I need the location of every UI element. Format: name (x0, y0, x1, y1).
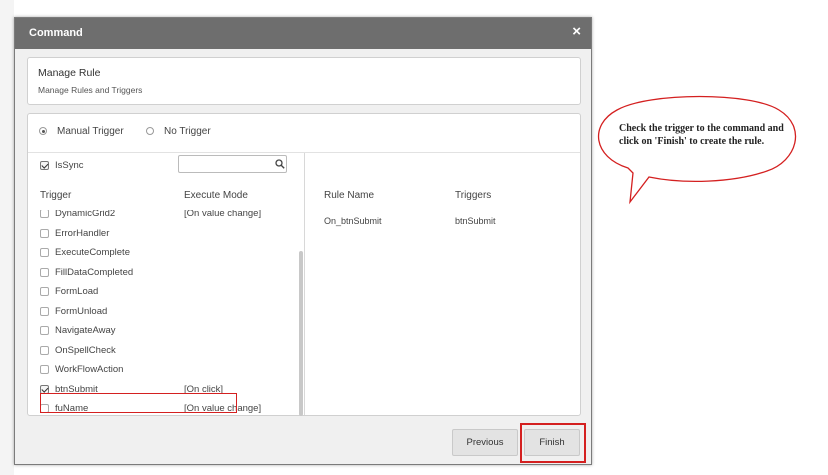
no-trigger-label: No Trigger (164, 126, 211, 137)
trigger-checkbox[interactable] (40, 287, 49, 296)
trigger-row[interactable]: NavigateAway (28, 323, 296, 342)
close-icon[interactable]: × (572, 24, 581, 40)
callout-bubble (597, 95, 797, 205)
trigger-row[interactable]: WorkFlowAction (28, 362, 296, 381)
issync-label: IsSync (55, 160, 84, 171)
trigger-checkbox[interactable] (40, 248, 49, 257)
manage-rule-subtitle: Manage Rules and Triggers (38, 85, 143, 95)
trigger-name: NavigateAway (55, 325, 116, 336)
manual-trigger-label: Manual Trigger (57, 126, 124, 137)
callout-text: Check the trigger to the command and cli… (619, 123, 784, 147)
trigger-checkbox[interactable] (40, 228, 49, 238)
trigger-panel: Manual Trigger No Trigger IsSync Trigger… (27, 113, 581, 416)
btnsubmit-highlight (40, 393, 237, 413)
execute-mode-column-header: Execute Mode (184, 190, 248, 201)
trigger-checkbox[interactable] (40, 365, 49, 374)
search-input[interactable] (178, 155, 287, 173)
trigger-row[interactable]: DynamicGrid2 [On value change] (28, 210, 296, 225)
issync-checkbox[interactable] (40, 161, 49, 170)
rule-triggers-cell: btnSubmit (455, 216, 496, 226)
triggers-column-header: Triggers (455, 190, 492, 201)
dialog-title: Command (29, 27, 83, 39)
trigger-name: FormUnload (55, 305, 108, 317)
trigger-row[interactable]: ErrorHandler (28, 226, 296, 245)
trigger-checkbox[interactable] (40, 267, 49, 277)
trigger-name: FormLoad (55, 286, 99, 297)
manage-rule-panel: Manage Rule Manage Rules and Triggers (27, 57, 581, 105)
trigger-row[interactable]: FillDataCompleted (28, 265, 296, 284)
trigger-name: DynamicGrid2 (55, 210, 116, 219)
trigger-row[interactable]: FormUnload (28, 304, 296, 323)
trigger-name: WorkFlowAction (55, 364, 124, 375)
background-window (0, 0, 14, 475)
trigger-name: ErrorHandler (55, 227, 110, 239)
trigger-checkbox[interactable] (40, 326, 49, 335)
trigger-column-header: Trigger (40, 190, 72, 201)
trigger-row[interactable]: OnSpellCheck (28, 343, 296, 362)
finish-highlight (520, 423, 586, 463)
column-divider (304, 153, 305, 415)
scrollbar-thumb[interactable] (299, 251, 303, 416)
trigger-checkbox[interactable] (40, 210, 49, 218)
previous-button[interactable]: Previous (452, 429, 518, 456)
manual-trigger-radio[interactable] (39, 127, 47, 135)
manage-rule-title: Manage Rule (38, 67, 101, 79)
trigger-list[interactable]: DynamicGrid2 [On value change] ErrorHandle… (28, 210, 296, 416)
trigger-name: FillDataCompleted (55, 266, 134, 278)
rule-name-cell: On_btnSubmit (324, 216, 382, 226)
trigger-name: OnSpellCheck (55, 344, 116, 356)
trigger-execute-mode: [On value change] (184, 210, 262, 219)
trigger-name: ExecuteComplete (55, 247, 130, 258)
trigger-row[interactable]: FormLoad (28, 284, 296, 303)
no-trigger-radio[interactable] (146, 127, 154, 135)
rule-name-column-header: Rule Name (324, 190, 375, 201)
trigger-row[interactable]: ExecuteComplete (28, 245, 296, 264)
dialog-header: Command × (15, 18, 591, 49)
trigger-checkbox[interactable] (40, 345, 49, 355)
command-dialog: Command × Manage Rule Manage Rules and T… (14, 17, 592, 465)
trigger-checkbox[interactable] (40, 306, 49, 316)
search-icon[interactable] (275, 159, 285, 169)
